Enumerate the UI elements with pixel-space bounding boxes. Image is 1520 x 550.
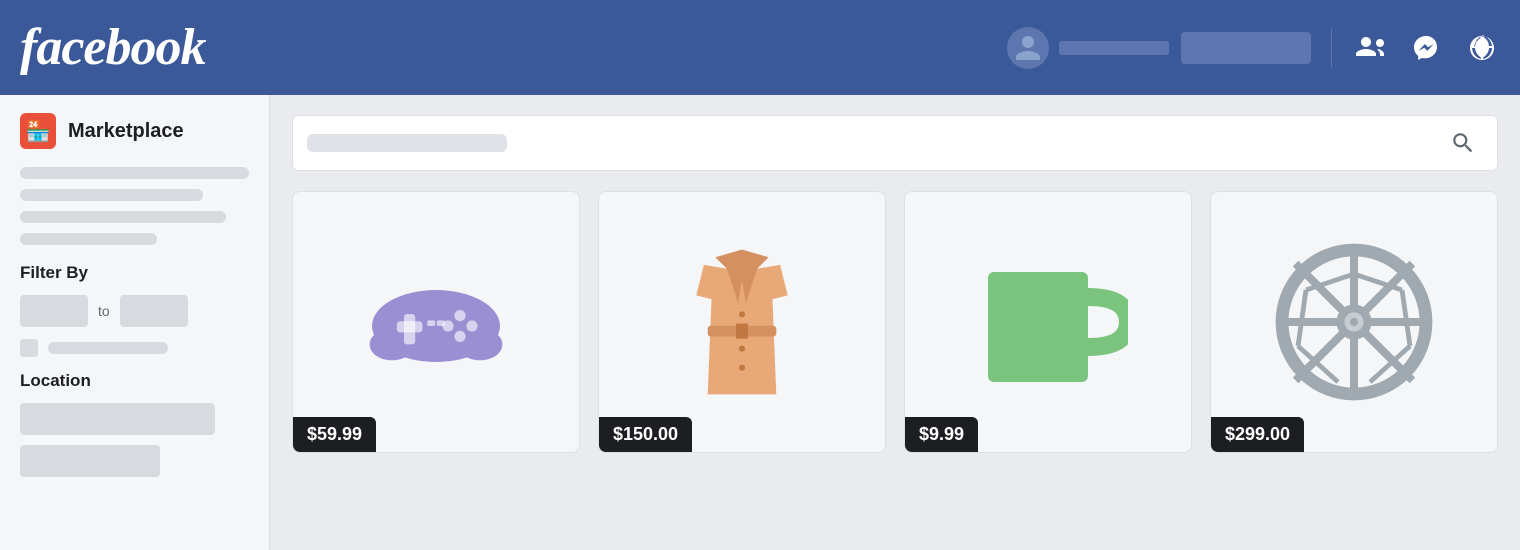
friends-icon [1356, 34, 1384, 62]
profile-area [1007, 27, 1169, 69]
wheel-icon [1274, 242, 1434, 402]
filter-by-label: Filter By [20, 263, 249, 283]
header-right [1007, 27, 1500, 69]
search-bar-container [292, 115, 1498, 171]
product-image-0 [293, 192, 579, 452]
sidebar-title: Marketplace [68, 120, 184, 143]
price-to-label: to [98, 303, 110, 319]
location-input-2[interactable] [20, 445, 160, 477]
messenger-icon-btn[interactable] [1408, 30, 1444, 66]
marketplace-icon: 🏪 [20, 113, 56, 149]
filter-checkbox[interactable] [20, 339, 38, 357]
location-label: Location [20, 371, 249, 391]
sidebar-nav-item-2[interactable] [20, 189, 203, 201]
coat-icon [662, 242, 822, 402]
friends-icon-btn[interactable] [1352, 30, 1388, 66]
header: facebook [0, 0, 1520, 95]
product-card-0[interactable]: $59.99 [292, 191, 580, 453]
gamepad-icon [356, 242, 516, 402]
store-icon: 🏪 [26, 119, 51, 144]
header-icons [1352, 30, 1500, 66]
sidebar-nav-item-4[interactable] [20, 233, 157, 245]
filter-checkbox-row [20, 339, 249, 357]
sidebar-title-row: 🏪 Marketplace [20, 113, 249, 149]
globe-icon [1468, 34, 1496, 62]
product-card-3[interactable]: $299.00 [1210, 191, 1498, 453]
header-divider [1331, 28, 1332, 68]
user-name-bar [1059, 41, 1169, 55]
product-price-0: $59.99 [293, 417, 376, 452]
product-image-2 [905, 192, 1191, 452]
globe-icon-btn[interactable] [1464, 30, 1500, 66]
product-price-1: $150.00 [599, 417, 692, 452]
product-image-3 [1211, 192, 1497, 452]
price-min-input[interactable] [20, 295, 88, 327]
sidebar-nav-item-3[interactable] [20, 211, 226, 223]
main-content: $59.99 [270, 95, 1520, 550]
search-icon [1450, 130, 1476, 156]
product-price-2: $9.99 [905, 417, 978, 452]
product-card-2[interactable]: $9.99 [904, 191, 1192, 453]
product-grid: $59.99 [292, 191, 1498, 453]
nav-search-bar[interactable] [1181, 32, 1311, 64]
product-card-1[interactable]: $150.00 [598, 191, 886, 453]
price-range-row: to [20, 295, 249, 327]
search-button[interactable] [1443, 123, 1483, 163]
product-price-3: $299.00 [1211, 417, 1304, 452]
facebook-logo[interactable]: facebook [20, 18, 205, 77]
main-layout: 🏪 Marketplace Filter By to Location [0, 95, 1520, 550]
mug-icon [968, 242, 1128, 402]
sidebar-nav-item-1[interactable] [20, 167, 249, 179]
price-max-input[interactable] [120, 295, 188, 327]
avatar[interactable] [1007, 27, 1049, 69]
messenger-icon [1412, 34, 1440, 62]
product-image-1 [599, 192, 885, 452]
sidebar: 🏪 Marketplace Filter By to Location [0, 95, 270, 550]
search-input-skeleton [307, 134, 507, 152]
location-input-1[interactable] [20, 403, 215, 435]
avatar-icon [1013, 33, 1043, 63]
filter-checkbox-label [48, 342, 168, 354]
